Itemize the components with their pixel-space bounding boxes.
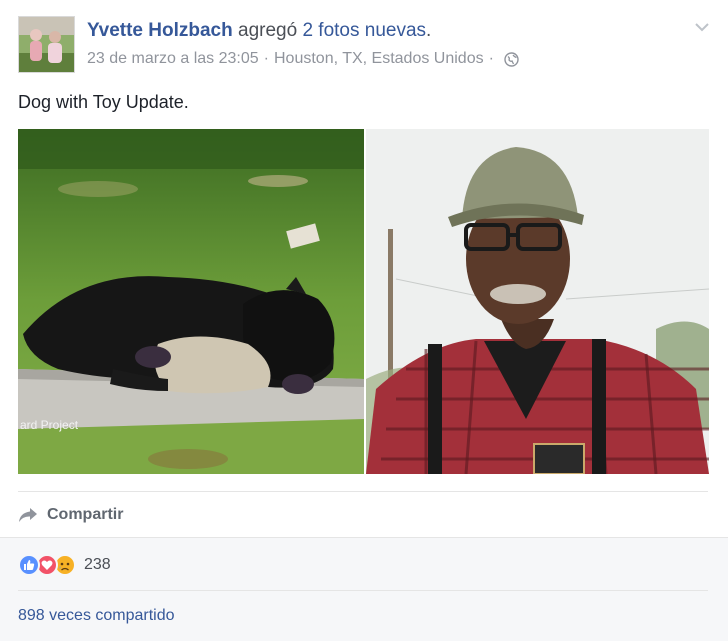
photo-watermark: ard Project: [20, 418, 79, 432]
reaction-count[interactable]: 238: [84, 556, 111, 574]
author-name[interactable]: Yvette Holzbach: [87, 20, 233, 41]
shares-count[interactable]: 898 veces compartido: [18, 607, 175, 625]
share-arrow-icon: [18, 507, 38, 523]
post-action: agregó: [232, 20, 303, 41]
globe-icon[interactable]: [504, 51, 519, 67]
share-label: Compartir: [47, 506, 124, 523]
post-meta: 23 de marzo a las 23:05 · Houston, TX, E…: [87, 50, 519, 68]
divider: [18, 590, 708, 591]
avatar[interactable]: [18, 16, 75, 73]
like-icon: [18, 554, 40, 576]
post-header: Yvette Holzbach agregó 2 fotos nuevas.: [87, 20, 431, 42]
photo-man-with-cap[interactable]: [366, 129, 709, 474]
post-text: Dog with Toy Update.: [18, 92, 189, 112]
share-button[interactable]: Compartir: [18, 502, 123, 528]
divider: [18, 491, 708, 492]
photo-dog-with-toy[interactable]: ard Project: [18, 129, 364, 474]
meta-separator: ·: [488, 50, 494, 67]
header-period: .: [426, 20, 432, 41]
timestamp[interactable]: 23 de marzo a las 23:05: [87, 50, 259, 68]
chevron-down-icon[interactable]: [694, 20, 710, 32]
photos-link[interactable]: 2 fotos nuevas: [302, 20, 426, 41]
reactions-summary[interactable]: 238: [18, 553, 111, 577]
meta-separator: ·: [263, 50, 269, 67]
facebook-post: Yvette Holzbach agregó 2 fotos nuevas. 2…: [0, 0, 728, 641]
location[interactable]: Houston, TX, Estados Unidos: [274, 50, 484, 68]
